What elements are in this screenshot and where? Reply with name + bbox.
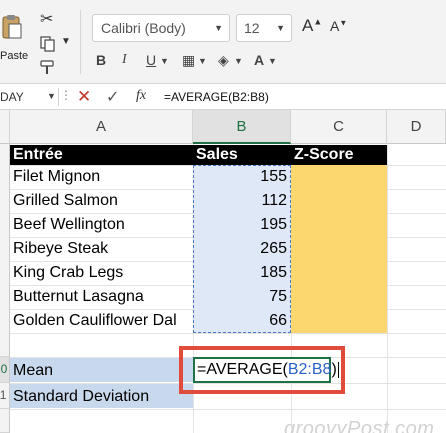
grow-font-icon[interactable]: A▲ — [302, 16, 322, 36]
chevron-down-icon[interactable]: ▼ — [47, 91, 56, 101]
font-size-dropdown[interactable]: 12 ▼ — [236, 14, 292, 42]
table-row-name[interactable]: King Crab Legs — [10, 261, 193, 285]
header-sales[interactable]: Sales — [193, 145, 291, 165]
table-row-name[interactable]: Golden Cauliflower Dal — [10, 309, 193, 333]
name-box-value: DAY — [0, 90, 24, 104]
row-number: 10 — [0, 362, 8, 376]
row-headers[interactable] — [0, 144, 10, 357]
formula-input[interactable]: =AVERAGE(B2:B8) — [164, 90, 269, 104]
gridline — [10, 333, 446, 334]
chevron-down-icon[interactable]: ▼ — [268, 56, 277, 66]
formula-bar: DAY ▼ ⋮ ✕ ✓ fx =AVERAGE(B2:B8) — [0, 84, 446, 110]
table-row-name[interactable]: Grilled Salmon — [10, 189, 193, 213]
chevron-down-icon: ▼ — [214, 23, 223, 33]
ribbon-divider — [80, 10, 81, 74]
chevron-down-icon[interactable]: ▼ — [160, 56, 169, 66]
formula-bar-divider — [58, 88, 59, 106]
format-toolbar: B I U ▼ ▦ ▼ ◈ ▼ A ▼ — [92, 52, 312, 72]
chevron-down-icon[interactable]: ▼ — [198, 56, 207, 66]
highlight-box — [179, 346, 345, 394]
worksheet-grid[interactable]: A B C D 10 11 Entrée Sales Z-Score Filet… — [0, 110, 446, 433]
borders-icon[interactable]: ▦ — [182, 52, 195, 69]
watermark: groovyPost.com — [284, 418, 435, 433]
table-row-name[interactable]: Filet Mignon — [10, 165, 193, 189]
column-header-a[interactable]: A — [10, 110, 193, 144]
z-score-range-fill[interactable] — [291, 165, 387, 333]
header-entree[interactable]: Entrée — [10, 145, 193, 165]
font-size-value: 12 — [244, 20, 260, 36]
bold-button[interactable]: B — [96, 52, 106, 68]
row-number: 11 — [0, 388, 7, 402]
paste-icon[interactable] — [2, 14, 22, 40]
table-row-sales[interactable]: 75 — [193, 285, 291, 309]
copy-icon[interactable] — [40, 36, 56, 52]
drag-handle-icon[interactable]: ⋮ — [60, 88, 72, 102]
table-row-name[interactable]: Ribeye Steak — [10, 237, 193, 261]
gridline — [10, 409, 446, 410]
table-row-sales[interactable]: 155 — [193, 165, 291, 189]
fill-color-icon[interactable]: ◈ — [218, 52, 229, 69]
row-header-12[interactable] — [0, 409, 10, 433]
table-row-sales[interactable]: 66 — [193, 309, 291, 333]
font-color-icon[interactable]: A — [254, 52, 264, 68]
table-row-sales[interactable]: 112 — [193, 189, 291, 213]
std-dev-label[interactable]: Standard Deviation — [10, 384, 193, 409]
shrink-font-icon[interactable]: A▼ — [330, 18, 347, 34]
font-name-dropdown[interactable]: Calibri (Body) ▼ — [92, 14, 230, 42]
table-row-sales[interactable]: 265 — [193, 237, 291, 261]
copy-dropdown-caret-icon[interactable]: ▼ — [61, 36, 71, 47]
header-z-score[interactable]: Z-Score — [291, 145, 387, 165]
chevron-down-icon[interactable]: ▼ — [234, 56, 243, 66]
chevron-down-icon: ▼ — [276, 23, 285, 33]
ribbon: Paste ✂ ▼ Calibri (Body) ▼ 12 ▼ A▲ A▼ B … — [0, 0, 446, 84]
format-painter-icon[interactable] — [40, 60, 56, 76]
gridline — [387, 144, 388, 433]
underline-button[interactable]: U — [146, 52, 156, 68]
table-row-name[interactable]: Beef Wellington — [10, 213, 193, 237]
row-header-11[interactable]: 11 — [0, 383, 10, 409]
select-all-corner[interactable] — [0, 110, 10, 144]
paste-label[interactable]: Paste — [0, 50, 28, 62]
cut-icon[interactable]: ✂ — [40, 12, 53, 28]
row-header-10[interactable]: 10 — [0, 357, 10, 383]
mean-label[interactable]: Mean — [10, 358, 193, 383]
table-row-sales[interactable]: 185 — [193, 261, 291, 285]
column-header-b[interactable]: B — [193, 110, 291, 144]
column-header-c[interactable]: C — [291, 110, 387, 144]
font-name-value: Calibri (Body) — [101, 20, 186, 36]
enter-check-icon[interactable]: ✓ — [106, 87, 119, 107]
table-row-sales[interactable]: 195 — [193, 213, 291, 237]
insert-function-icon[interactable]: fx — [136, 88, 146, 104]
table-row-name[interactable]: Butternut Lasagna — [10, 285, 193, 309]
cancel-icon[interactable]: ✕ — [77, 87, 91, 107]
column-header-d[interactable]: D — [387, 110, 446, 144]
italic-button[interactable]: I — [122, 52, 127, 68]
